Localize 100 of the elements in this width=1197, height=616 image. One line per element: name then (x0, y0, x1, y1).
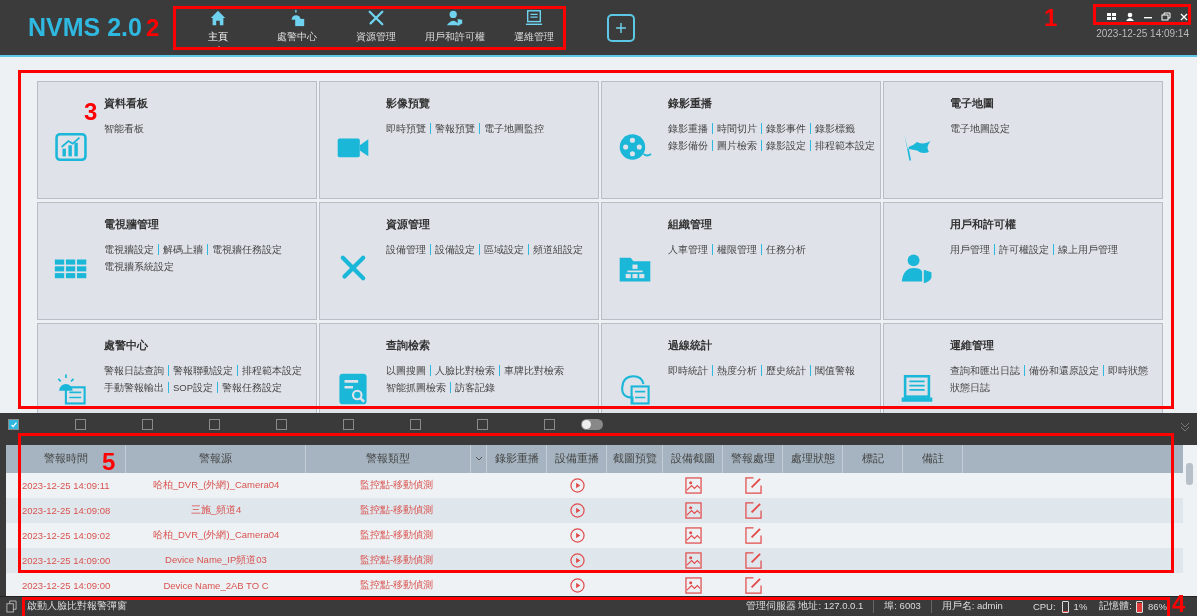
table-cell: 哈柏_DVR_(外網)_Camera04 (152, 479, 280, 492)
module-tile[interactable]: 用戶和許可權 用戶管理 許可權設定 線上用戶管理 (883, 202, 1163, 320)
edit-icon[interactable] (744, 527, 762, 544)
nav-tab[interactable]: 運維管理 (494, 5, 574, 50)
module-tile[interactable]: 影像預覽 即時預覽 警報預覽 電子地圖監控 (319, 81, 599, 199)
module-link[interactable]: 電子地圖監控 (479, 123, 548, 134)
module-link[interactable]: 圖片檢索 (712, 140, 761, 151)
module-link[interactable]: 手動警報輸出 (104, 382, 168, 393)
module-tile[interactable]: 電子地圖 電子地圖設定 (883, 81, 1163, 199)
column-header: 設備截圖 (670, 452, 715, 466)
filter-checkbox[interactable] (75, 419, 86, 430)
edit-icon[interactable] (744, 577, 762, 594)
scrollbar[interactable] (1183, 445, 1197, 596)
image-icon[interactable] (684, 577, 702, 594)
annotation-number: 5 (102, 450, 116, 474)
module-link[interactable]: 設備管理 (386, 244, 430, 255)
nav-tab[interactable]: 用戶和許可權 (415, 5, 495, 50)
module-link[interactable]: 錄影重播 (668, 123, 712, 134)
module-link[interactable]: 線上用戶管理 (1053, 244, 1122, 255)
module-link[interactable]: 警報預覽 (430, 123, 479, 134)
module-tile[interactable]: 處警中心 警報日誌查詢 警報聯動設定 排程範本設定 手動警報輸出 SOP設定 警報任務設定 (37, 323, 317, 413)
image-icon[interactable] (684, 502, 702, 519)
module-link[interactable]: 電視牆設定 (104, 244, 158, 255)
module-link[interactable]: 錄影事件 (761, 123, 810, 134)
module-link[interactable]: 智能看板 (104, 123, 148, 134)
nav-tab[interactable]: 處警中心 (257, 5, 337, 50)
image-icon[interactable] (684, 477, 702, 494)
module-tile[interactable]: 查詢檢索 以圖搜圖 人臉比對檢索 車牌比對檢索 智能抓圖檢索 訪客記錄 (319, 323, 599, 413)
module-link[interactable]: 警報任務設定 (217, 382, 287, 393)
grid-icon[interactable] (1107, 12, 1117, 22)
module-link[interactable]: 設備設定 (430, 244, 479, 255)
play-icon[interactable] (569, 578, 585, 593)
module-link[interactable]: 錄影設定 (761, 140, 810, 151)
module-link[interactable]: 解碼上牆 (158, 244, 207, 255)
copy-icon[interactable] (6, 600, 17, 613)
module-link[interactable]: 狀態日誌 (950, 382, 994, 393)
module-link[interactable]: 任務分析 (761, 244, 810, 255)
module-link[interactable]: 錄影標籤 (810, 123, 859, 134)
module-link[interactable]: 電視牆系統設定 (104, 261, 178, 272)
filter-checkbox[interactable] (142, 419, 153, 430)
module-link[interactable]: 備份和還原設定 (1024, 365, 1103, 376)
play-icon[interactable] (569, 478, 585, 493)
module-link[interactable]: 權限管理 (712, 244, 761, 255)
nav-tab[interactable]: 資源管理 (336, 5, 416, 50)
filter-checkbox[interactable] (8, 419, 19, 430)
play-icon[interactable] (569, 528, 585, 543)
filter-checkbox[interactable] (410, 419, 421, 430)
module-link[interactable]: 時間切片 (712, 123, 761, 134)
module-link[interactable]: 閾值警報 (810, 365, 859, 376)
toggle-switch[interactable] (581, 419, 603, 430)
column-header: 警報處理 (730, 452, 775, 466)
nav-tab[interactable]: 主頁 (178, 5, 258, 50)
module-link[interactable]: 以圖搜圖 (386, 365, 430, 376)
module-link[interactable]: 警報聯動設定 (168, 365, 237, 376)
filter-checkbox[interactable] (477, 419, 488, 430)
module-link[interactable]: 排程範本設定 (237, 365, 306, 376)
image-icon[interactable] (684, 552, 702, 569)
module-link[interactable]: 熱度分析 (712, 365, 761, 376)
image-icon[interactable] (684, 527, 702, 544)
module-link[interactable]: 電子地圖設定 (950, 123, 1014, 134)
chevron-down-icon[interactable] (1179, 421, 1191, 433)
user-icon[interactable] (1125, 12, 1135, 22)
module-tile[interactable]: 錄影重播 錄影重播 時間切片 錄影事件 錄影標籤 錄影備份 圖片檢索 錄影設定 排程範本設定 (601, 81, 881, 199)
module-tile[interactable]: 電視牆管理 電視牆設定 解碼上牆 電視牆任務設定 電視牆系統設定 (37, 202, 317, 320)
module-link[interactable]: SOP設定 (168, 382, 218, 393)
edit-icon[interactable] (744, 552, 762, 569)
module-link[interactable]: 錄影備份 (668, 140, 712, 151)
module-link[interactable]: 即時預覽 (386, 123, 430, 134)
module-link[interactable]: 人臉比對檢索 (430, 365, 499, 376)
filter-checkbox[interactable] (209, 419, 220, 430)
module-link[interactable]: 即時狀態 (1103, 365, 1152, 376)
module-tile[interactable]: 組織管理 人車管理 權限管理 任務分析 (601, 202, 881, 320)
edit-icon[interactable] (744, 502, 762, 519)
module-link[interactable]: 區域設定 (479, 244, 528, 255)
module-link[interactable]: 排程範本設定 (810, 140, 879, 151)
module-link[interactable]: 許可權設定 (994, 244, 1053, 255)
filter-checkbox[interactable] (544, 419, 555, 430)
module-link[interactable]: 頻道組設定 (528, 244, 587, 255)
play-icon[interactable] (569, 553, 585, 568)
play-icon[interactable] (569, 503, 585, 518)
filter-checkbox[interactable] (343, 419, 354, 430)
restore-icon[interactable] (1161, 12, 1171, 22)
module-link[interactable]: 警報日誌查詢 (104, 365, 168, 376)
module-link[interactable]: 人車管理 (668, 244, 712, 255)
module-link[interactable]: 電視牆任務設定 (207, 244, 286, 255)
module-link[interactable]: 查詢和匯出日誌 (950, 365, 1024, 376)
module-link[interactable]: 車牌比對檢索 (499, 365, 568, 376)
module-tile[interactable]: 資源管理 設備管理 設備設定 區域設定 頻道組設定 (319, 202, 599, 320)
edit-icon[interactable] (744, 477, 762, 494)
module-link[interactable]: 智能抓圖檢索 (386, 382, 450, 393)
module-link[interactable]: 即時統計 (668, 365, 712, 376)
module-tile[interactable]: 運維管理 查詢和匯出日誌 備份和還原設定 即時狀態 狀態日誌 (883, 323, 1163, 413)
close-icon[interactable] (1179, 12, 1189, 22)
module-tile[interactable]: 過線統計 即時統計 熱度分析 歷史統計 閾值警報 (601, 323, 881, 413)
module-link[interactable]: 訪客記錄 (450, 382, 499, 393)
module-link[interactable]: 歷史統計 (761, 365, 810, 376)
module-link[interactable]: 用戶管理 (950, 244, 994, 255)
add-button[interactable] (606, 13, 635, 42)
filter-checkbox[interactable] (276, 419, 287, 430)
head-icon (618, 372, 652, 406)
